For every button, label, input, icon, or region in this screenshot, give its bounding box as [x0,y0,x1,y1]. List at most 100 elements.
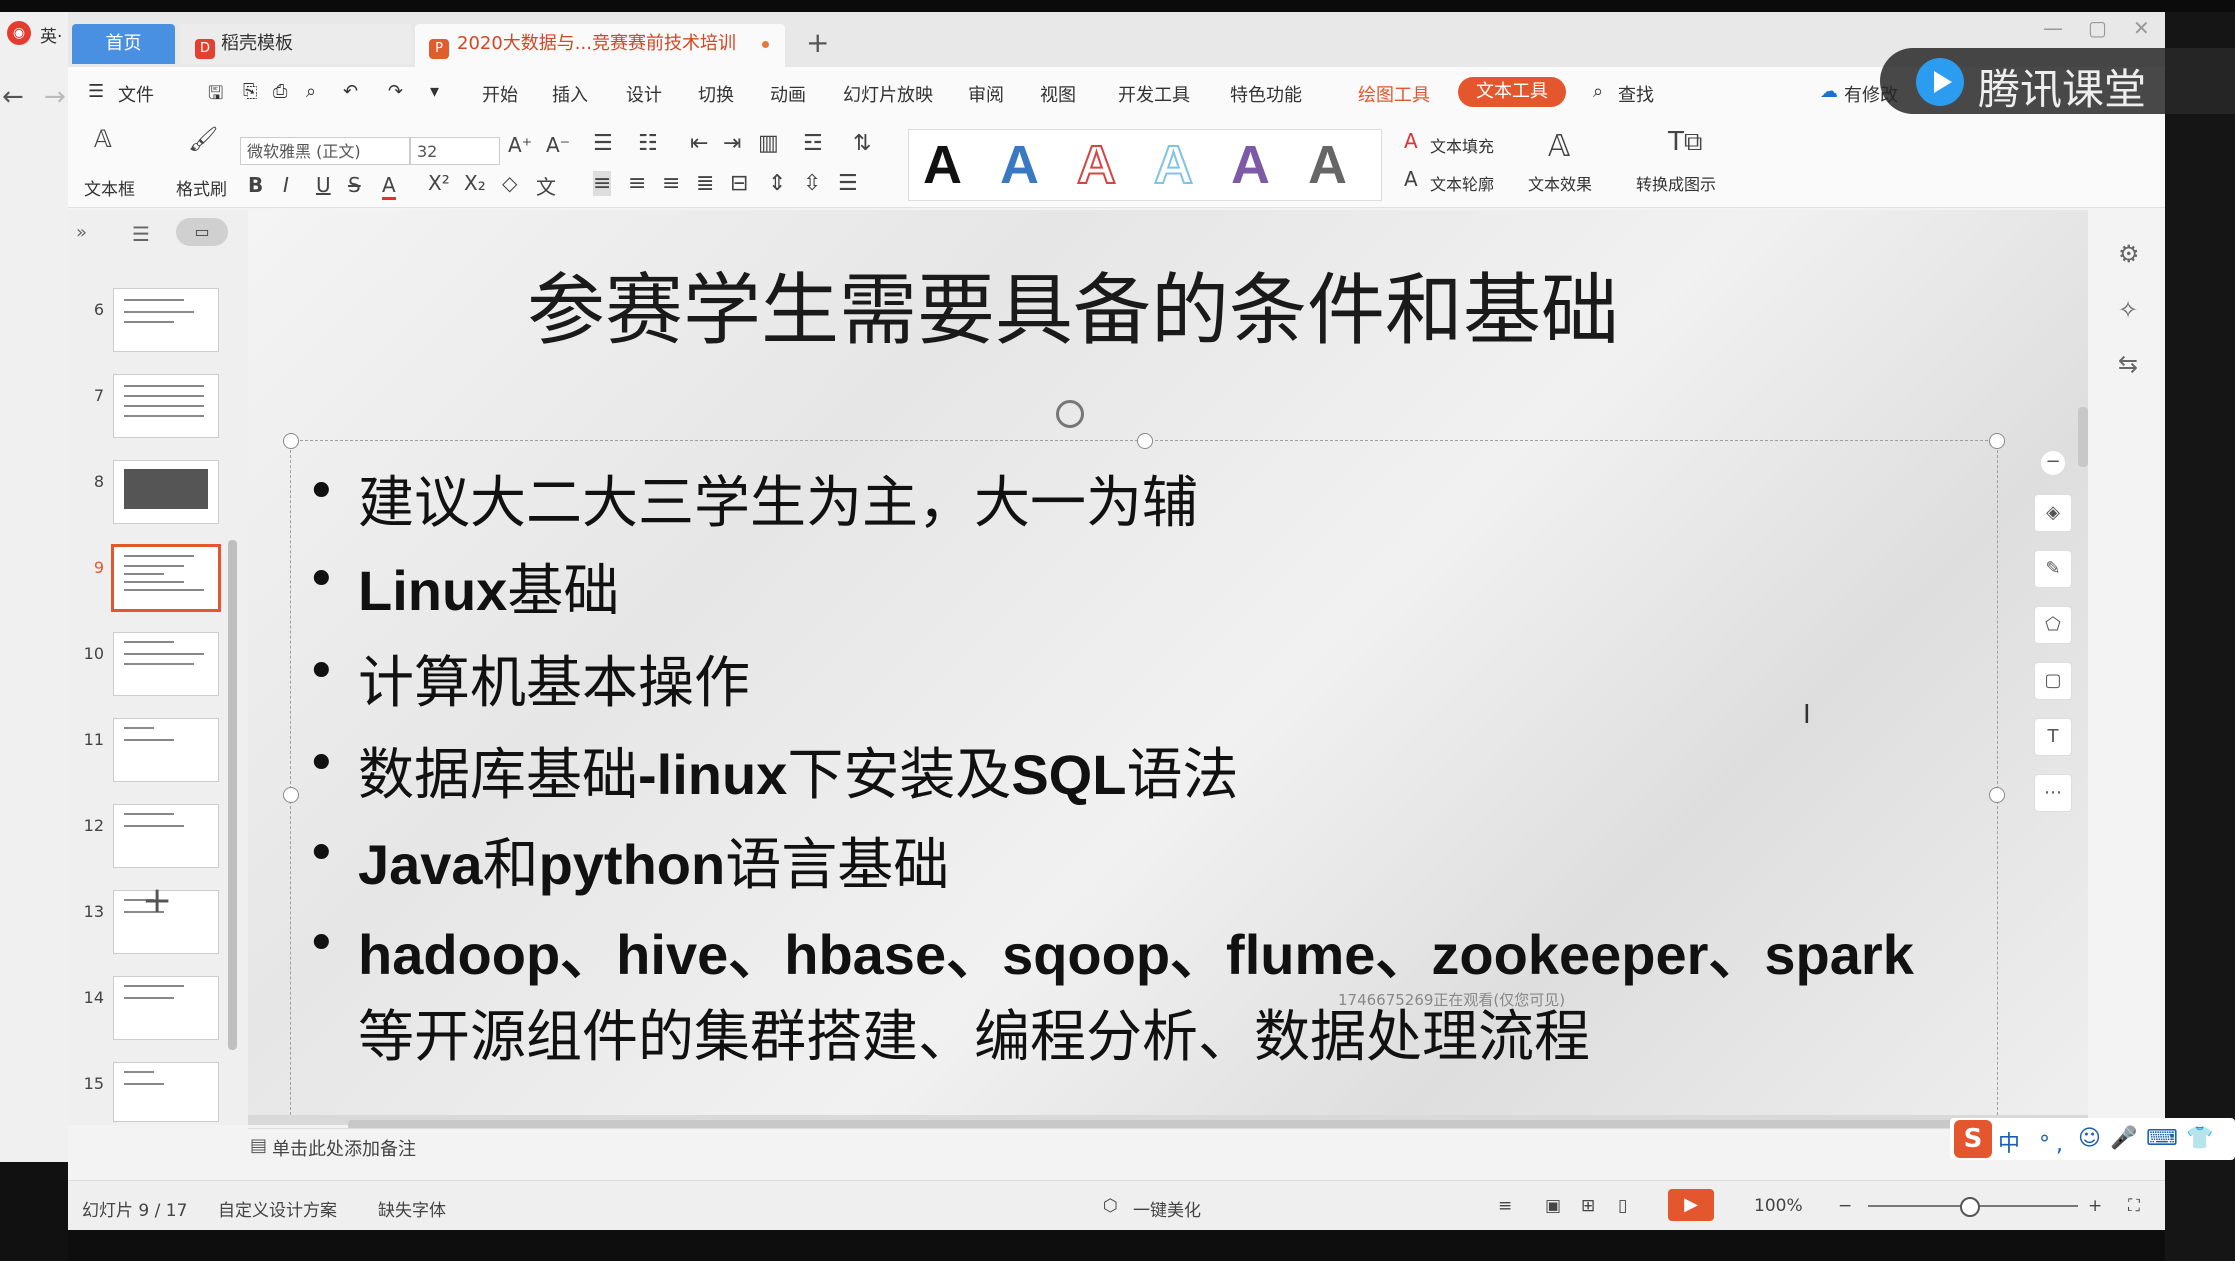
fit-window-icon[interactable]: ⛶ [2128,1196,2140,1216]
text-outline-label[interactable]: 文本轮廓 [1430,171,1494,195]
notes-placeholder[interactable]: 单击此处添加备注 [272,1135,416,1161]
close-icon[interactable]: ✕ [2133,16,2150,40]
menu-view[interactable]: 视图 [1040,81,1076,107]
menu-review[interactable]: 审阅 [968,81,1004,107]
slide-thumb-6[interactable] [113,288,219,352]
save-icon[interactable]: 🖫 [208,81,223,111]
style-black[interactable]: A [923,134,962,196]
slide-thumb-12[interactable] [113,804,219,868]
text-style-gallery[interactable]: A A A A A A [908,129,1382,201]
bullets-icon[interactable]: ☰ [593,131,613,156]
play-slideshow-button[interactable]: ▶ [1668,1189,1714,1221]
para-settings-icon[interactable]: ☰ [838,171,858,196]
slide-thumb-14[interactable] [113,976,219,1040]
line-spacing-icon[interactable]: ☲ [803,131,823,156]
outline-icon[interactable]: ▢ [2034,662,2072,700]
back-arrow-icon[interactable]: ← [2,82,24,112]
skin-icon[interactable]: 👕 [2186,1126,2213,1151]
resize-handle[interactable] [1989,787,2005,803]
text-effect-label[interactable]: 文本效果 [1528,171,1592,195]
pin-icon[interactable]: ✧ [2118,296,2138,324]
menu-animations[interactable]: 动画 [770,81,806,107]
sogou-logo-icon[interactable]: S [1954,1120,1992,1158]
para-spacing-icon[interactable]: ⇕ [768,171,786,196]
sorter-view-icon[interactable]: ⊞ [1581,1196,1595,1216]
convert-graphic-label[interactable]: 转换成图示 [1636,171,1716,195]
subscript-icon[interactable]: X₂ [464,171,486,195]
slide-thumb-10[interactable] [113,632,219,696]
text-effect-icon[interactable]: 𝔸 [1548,129,1570,164]
strikethrough-icon[interactable]: S [348,173,361,197]
slide-title[interactable]: 参赛学生需要具备的条件和基础 [248,248,1898,360]
tab-home[interactable]: 首页 [72,24,175,64]
menu-developer[interactable]: 开发工具 [1118,81,1190,107]
slide-thumb-8[interactable] [113,460,219,524]
font-name-select[interactable]: 微软雅黑 (正文) [240,137,410,165]
grow-font-icon[interactable]: A⁺ [508,133,532,157]
resize-handle[interactable] [1989,433,2005,449]
zoom-level[interactable]: 100% [1754,1196,1803,1216]
print-icon[interactable]: ⎙ [273,81,287,102]
slide-thumb-9[interactable] [111,544,221,612]
distribute-icon[interactable]: ⊟ [730,171,748,196]
maximize-icon[interactable]: ▢ [2088,16,2107,40]
collapse-toolbar-icon[interactable]: − [2040,450,2066,476]
outline-view-icon[interactable]: ☰ [132,222,150,246]
clear-format-icon[interactable]: ◇ [502,171,517,195]
font-color-icon[interactable]: A [382,173,396,200]
menu-file[interactable]: 文件 [118,81,154,107]
add-slide-button[interactable]: + [142,880,172,921]
menu-features[interactable]: 特色功能 [1230,81,1302,107]
beautify-icon[interactable]: ⬡ [1103,1196,1118,1216]
slide-thumb-7[interactable] [113,374,219,438]
resize-handle[interactable] [1137,433,1153,449]
superscript-icon[interactable]: X² [428,171,450,195]
layers-icon[interactable]: ◈ [2034,494,2072,532]
notes-toggle-icon[interactable]: ≡ [1498,1196,1512,1216]
text-convert-icon[interactable]: T [2034,718,2072,756]
menu-text-tools[interactable]: 文本工具 [1458,77,1566,107]
convert-graphic-icon[interactable]: T⧉ [1668,127,1702,158]
style-cyan-outline[interactable]: A [1153,134,1194,196]
bold-icon[interactable]: B [248,173,263,197]
tab-templates[interactable]: D 稻壳模板 [181,24,411,64]
align-left-icon[interactable]: ≡ [593,171,612,196]
style-purple[interactable]: A [1231,134,1270,196]
style-blue[interactable]: A [1000,134,1039,196]
menu-find[interactable]: 查找 [1618,81,1654,107]
resize-handle[interactable] [283,787,299,803]
pen-icon[interactable]: ✎ [2034,550,2072,588]
menu-insert[interactable]: 插入 [552,81,588,107]
zoom-in-icon[interactable]: + [2088,1196,2102,1216]
rotate-handle-icon[interactable] [1056,400,1084,428]
keyboard-icon[interactable]: ⌨ [2146,1126,2178,1151]
design-scheme[interactable]: 自定义设计方案 [218,1196,337,1221]
one-click-beautify[interactable]: 一键美化 [1133,1196,1201,1221]
emoji-icon[interactable]: ☺ [2078,1126,2101,1151]
textbox-label[interactable]: 文本框 [84,175,135,200]
align-right-icon[interactable]: ≡ [662,171,680,196]
style-red-outline[interactable]: A [1076,134,1117,196]
justify-icon[interactable]: ≣ [696,171,714,196]
slide-view-icon[interactable]: ▭ [176,218,228,246]
ime-mode[interactable]: 中 °, [1998,1126,2069,1158]
current-slide[interactable]: 参赛学生需要具备的条件和基础 • 建议大二大三学生为主，大一为辅 • Linux… [248,210,2088,1115]
fill-icon[interactable]: ⬠ [2034,606,2072,644]
slide-thumb-11[interactable] [113,718,219,782]
transfer-icon[interactable]: ⇆ [2118,350,2138,378]
resize-handle[interactable] [283,433,299,449]
shrink-font-icon[interactable]: A⁻ [546,133,570,157]
search-icon[interactable]: ⌕ [1593,81,1603,102]
collapse-panel-icon[interactable]: » [76,222,87,243]
text-direction-icon[interactable]: ⇅ [853,131,871,156]
normal-view-icon[interactable]: ▣ [1545,1196,1561,1216]
align-center-icon[interactable]: ≡ [628,171,646,196]
numbering-icon[interactable]: ☷ [638,131,658,156]
properties-icon[interactable]: ⚙ [2118,240,2140,268]
underline-icon[interactable]: U [316,173,331,197]
more-icon[interactable]: ⋯ [2034,774,2072,812]
menu-slideshow[interactable]: 幻灯片放映 [843,81,933,107]
slide-thumb-15[interactable] [113,1062,219,1122]
menu-design[interactable]: 设计 [626,81,662,107]
customize-dropdown-icon[interactable]: ▾ [430,81,439,102]
